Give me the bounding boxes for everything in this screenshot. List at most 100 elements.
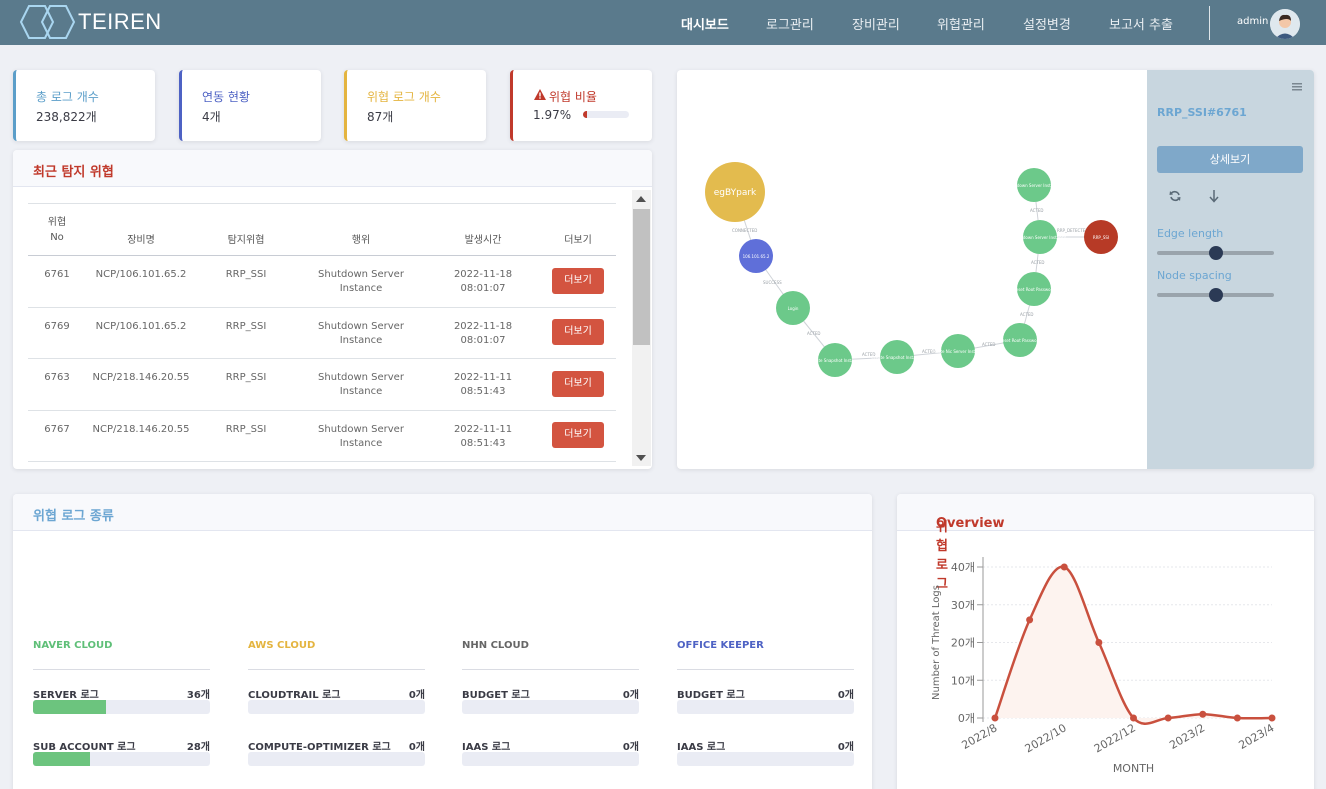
x-tick-label: 2022/10 xyxy=(1023,721,1069,755)
log-item-progress xyxy=(462,700,639,714)
row-divider xyxy=(28,461,616,462)
node-label: Login xyxy=(788,306,799,311)
cell-device: NCP/106.101.65.2 xyxy=(95,321,187,332)
stat-integrations: 연동 현황 4개 xyxy=(179,70,321,141)
y-tick-label: 0개 xyxy=(958,712,975,725)
cell-no: 6763 xyxy=(44,372,70,383)
col-header-time: 발생시간 xyxy=(464,235,502,246)
edge-label: ACTED xyxy=(1031,260,1045,265)
cell-no: 6761 xyxy=(44,269,70,280)
logo-hexagon-icon xyxy=(19,5,76,39)
recent-threats-title: 최근 탐지 위협 xyxy=(33,165,114,180)
cell-time: 2022-11-18 08:01:07 xyxy=(453,321,513,346)
log-item-label: CLOUDTRAIL 로그 xyxy=(248,690,341,701)
data-point xyxy=(1233,714,1241,722)
edge-length-slider-handle[interactable] xyxy=(1208,246,1223,260)
card-header: 위협 로그 종류 xyxy=(13,494,872,531)
col-header-no: 위협 No xyxy=(47,217,67,243)
logo[interactable]: TEIREN xyxy=(18,2,162,42)
graph-side-panel: RRP_SSI#6761 상세보기 Edge length Node spaci… xyxy=(1147,70,1314,469)
y-tick-label: 40개 xyxy=(951,561,975,574)
log-item-progress xyxy=(248,752,425,766)
download-arrow-icon[interactable] xyxy=(1209,190,1219,203)
y-tick-label: 20개 xyxy=(951,637,975,650)
refresh-icon[interactable] xyxy=(1169,190,1181,202)
col-header-threat: 탐지위협 xyxy=(227,235,265,246)
edge-length-label: Edge length xyxy=(1157,227,1224,240)
stat-label: 연동 현황 xyxy=(202,90,250,104)
nav-device-management[interactable]: 장비관리 xyxy=(852,14,900,33)
user-avatar[interactable] xyxy=(1270,9,1300,39)
y-tick-label: 30개 xyxy=(951,599,975,612)
nav-threat-management[interactable]: 위협관리 xyxy=(937,14,985,33)
y-tick-label: 10개 xyxy=(951,674,975,687)
card-header: 위협 로그 Overview xyxy=(897,494,1314,592)
node-label: 106.101.65.2 xyxy=(743,254,770,259)
graph-panel-title: RRP_SSI#6761 xyxy=(1157,106,1247,119)
cell-no: 6767 xyxy=(44,424,70,435)
detail-view-button[interactable]: 상세보기 xyxy=(1157,146,1303,173)
scroll-up-arrow-icon[interactable] xyxy=(636,196,646,203)
log-group-divider xyxy=(462,669,639,670)
data-point xyxy=(991,714,999,722)
log-item-progress xyxy=(248,700,425,714)
edge-label: ACTED xyxy=(1030,208,1044,213)
threat-graph-canvas[interactable]: CONNECTED SUCCESS ACTED ACTED ACTED ACTE… xyxy=(677,70,1147,469)
stat-value: 4개 xyxy=(202,110,221,124)
col-header-device: 장비명 xyxy=(127,235,155,246)
node-label: RRP_SSI xyxy=(1093,235,1109,240)
more-button[interactable]: 더보기 xyxy=(552,371,604,397)
more-button[interactable]: 더보기 xyxy=(552,268,604,294)
overview-title-en: Overview xyxy=(936,516,1005,531)
table-header-border xyxy=(28,255,616,256)
x-tick-label: 2022/8 xyxy=(959,721,999,752)
brand-name: TEIREN xyxy=(78,9,162,34)
log-types-title: 위협 로그 종류 xyxy=(33,509,114,524)
log-item-progress xyxy=(462,752,639,766)
stat-threat-ratio: 위협 비율 1.97% xyxy=(510,70,652,141)
log-item-count: 0개 xyxy=(408,742,425,753)
edge-label: SUCCESS xyxy=(763,280,782,285)
edge-label: ACTED xyxy=(807,331,821,336)
data-point xyxy=(1199,710,1207,718)
cell-action: Shutdown Server Instance xyxy=(318,269,404,294)
nav-log-management[interactable]: 로그관리 xyxy=(766,14,814,33)
nav-report-export[interactable]: 보고서 추출 xyxy=(1109,14,1173,33)
more-button[interactable]: 더보기 xyxy=(552,422,604,448)
data-point xyxy=(1164,714,1172,722)
node-label: Reset Root Password xyxy=(999,338,1041,343)
log-item-progress-fill xyxy=(33,752,90,766)
x-tick-label: 2023/4 xyxy=(1236,721,1276,752)
log-item-progress xyxy=(33,752,210,766)
nav-dashboard[interactable]: 대시보드 xyxy=(681,14,729,33)
table-scrollbar-thumb[interactable] xyxy=(633,209,650,345)
more-button[interactable]: 더보기 xyxy=(552,319,604,345)
log-item-progress xyxy=(677,752,854,766)
edge-label: ACTED xyxy=(1020,312,1034,317)
data-point xyxy=(1060,563,1068,571)
log-item-count: 0개 xyxy=(837,742,854,753)
log-item-count: 0개 xyxy=(622,742,639,753)
data-point xyxy=(1130,714,1137,722)
scroll-down-arrow-icon[interactable] xyxy=(636,455,646,462)
user-name[interactable]: admin xyxy=(1237,16,1268,27)
log-group-divider xyxy=(677,669,854,670)
row-divider xyxy=(28,307,616,308)
node-spacing-slider-handle[interactable] xyxy=(1208,288,1223,302)
cell-threat: RRP_SSI xyxy=(225,424,267,435)
log-item-label: SERVER 로그 xyxy=(33,690,99,701)
log-item-label: SUB ACCOUNT 로그 xyxy=(33,742,136,753)
x-tick-label: 2023/2 xyxy=(1167,721,1207,752)
cell-threat: RRP_SSI xyxy=(225,321,267,332)
menu-icon[interactable] xyxy=(1292,83,1302,91)
threat-ratio-progress-fill xyxy=(583,111,587,118)
log-item-count: 0개 xyxy=(622,690,639,701)
cell-action: Shutdown Server Instance xyxy=(318,321,404,346)
threat-overview-card: 위협 로그 Overview 0개 10개 20개 30개 40개 Number of T… xyxy=(897,494,1314,789)
data-point xyxy=(1095,639,1103,646)
node-label: Create Snapshot Instance xyxy=(871,355,923,360)
node-spacing-label: Node spacing xyxy=(1157,269,1232,282)
node-label: Create Snapshot Instance xyxy=(809,358,861,363)
y-axis-label: Number of Threat Logs xyxy=(931,585,942,700)
nav-settings[interactable]: 설정변경 xyxy=(1023,14,1071,33)
